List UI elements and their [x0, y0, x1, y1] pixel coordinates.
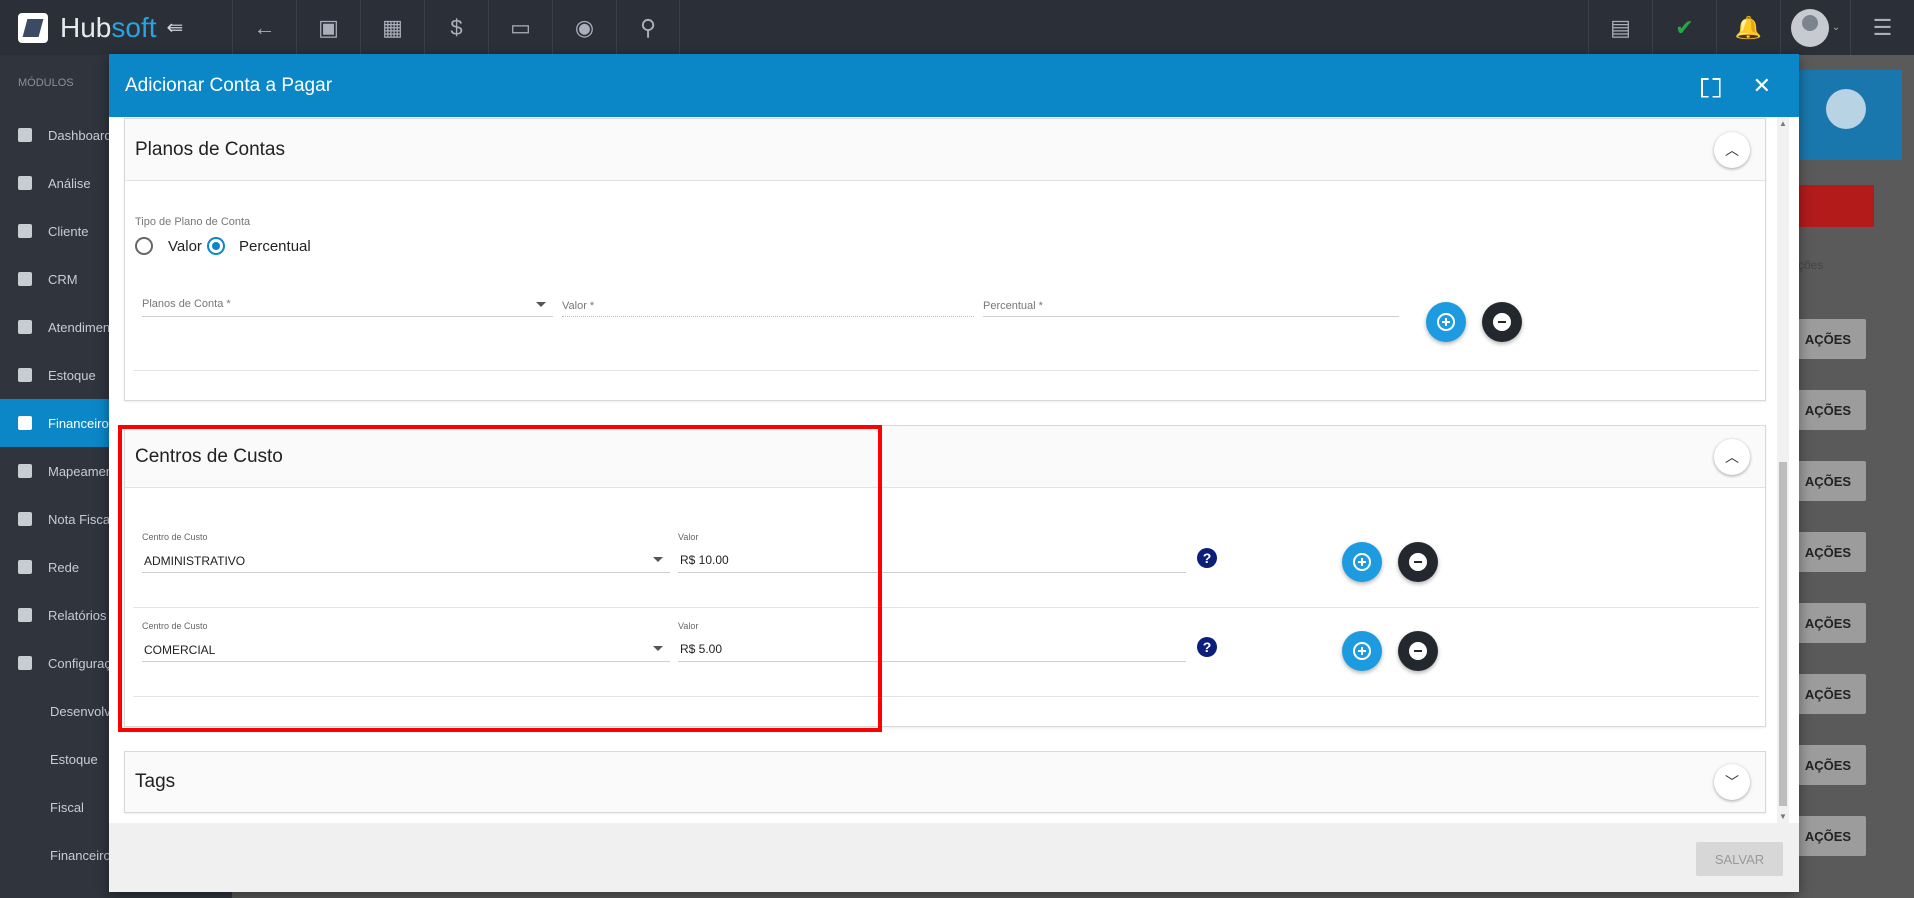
- back-arrow-icon[interactable]: ←: [232, 0, 296, 55]
- dialog-header: Adicionar Conta a Pagar ✕: [109, 54, 1799, 117]
- top-bar: Hub soft ⇚ ← ▣ ▦ $ ▭ ◉ ⚲ ▤ ✔ 🔔 ⌄ ☰: [0, 0, 1914, 55]
- section-title: Planos de Contas: [135, 138, 285, 160]
- scroll-down-icon[interactable]: ▼: [1779, 812, 1787, 821]
- background-actions-button[interactable]: AÇÕES: [1790, 816, 1866, 856]
- dollar-icon[interactable]: $: [424, 0, 488, 55]
- calendar-clock-icon[interactable]: ▦: [360, 0, 424, 55]
- chevron-down-icon: ⌄: [1831, 22, 1841, 33]
- contact-card-icon[interactable]: ▣: [296, 0, 360, 55]
- tipo-plano-label: Tipo de Plano de Conta: [135, 216, 251, 228]
- radio-valor-label[interactable]: Valor: [168, 238, 202, 255]
- background-actions-button[interactable]: AÇÕES: [1790, 745, 1866, 785]
- radio-valor[interactable]: [135, 237, 153, 255]
- section-title: Tags: [135, 771, 176, 792]
- sidebar-item-label: CRM: [48, 271, 78, 287]
- background-red-button[interactable]: [1790, 185, 1874, 227]
- logo-text-hub: Hub: [60, 11, 112, 43]
- add-plano-button[interactable]: [1426, 302, 1466, 342]
- planos-de-conta-placeholder: Planos de Conta *: [142, 298, 231, 310]
- list-menu-icon[interactable]: ☰: [1850, 0, 1914, 55]
- help-icon[interactable]: ?: [1197, 637, 1217, 657]
- sidebar-item-label: Rede: [48, 559, 80, 575]
- section-header[interactable]: Tags ﹀: [125, 752, 1765, 812]
- filter-icon[interactable]: [1826, 89, 1866, 129]
- background-actions-button[interactable]: AÇÕES: [1790, 461, 1866, 501]
- sidebar-item-label: Relatórios: [48, 607, 107, 623]
- row-divider: [133, 370, 1759, 371]
- add-centro-button[interactable]: [1342, 631, 1382, 671]
- eye-icon[interactable]: ◉: [552, 0, 616, 55]
- close-icon[interactable]: ✕: [1753, 73, 1771, 99]
- chevron-up-icon[interactable]: ︿: [1714, 132, 1750, 168]
- remove-plano-button[interactable]: [1482, 302, 1522, 342]
- avatar: [1790, 8, 1829, 47]
- dialog-scrollbar[interactable]: ▲ ▼: [1777, 117, 1789, 823]
- pie-chart-icon: [18, 176, 32, 190]
- chevron-down-icon[interactable]: ﹀: [1714, 764, 1750, 800]
- sidebar-item-label: Nota Fiscal: [48, 511, 114, 527]
- scrollbar-thumb[interactable]: [1779, 462, 1787, 806]
- chat-check-icon[interactable]: ✔: [1652, 0, 1716, 55]
- remove-centro-button[interactable]: [1398, 631, 1438, 671]
- background-actions-button[interactable]: AÇÕES: [1790, 532, 1866, 572]
- map-pin-icon: [18, 464, 32, 478]
- document-icon: [18, 512, 32, 526]
- user-menu[interactable]: ⌄: [1780, 0, 1850, 55]
- save-button[interactable]: SALVAR: [1696, 842, 1783, 876]
- logo[interactable]: Hub soft ⇚: [0, 0, 232, 55]
- box-icon: [18, 368, 32, 382]
- minus-icon: [1493, 313, 1511, 331]
- chevron-down-icon: [536, 302, 546, 307]
- percentual-input[interactable]: Percentual *: [983, 287, 1399, 317]
- background-actions-button[interactable]: AÇÕES: [1790, 390, 1866, 430]
- plus-icon: [1353, 642, 1371, 660]
- percentual-placeholder: Percentual *: [983, 300, 1043, 312]
- logo-icon: [18, 12, 48, 43]
- menu-collapse-icon[interactable]: ⇚: [167, 15, 184, 40]
- calendar-icon: [18, 320, 32, 334]
- background-actions-button[interactable]: AÇÕES: [1790, 319, 1866, 359]
- search-icon[interactable]: ⚲: [616, 0, 680, 55]
- sidebar-item-label: Análise: [48, 175, 91, 191]
- board-icon: [18, 272, 32, 286]
- terminal-icon[interactable]: ▭: [488, 0, 552, 55]
- planos-de-contas-section: Planos de Contas ︿ Tipo de Plano de Cont…: [124, 118, 1766, 401]
- remove-centro-button[interactable]: [1398, 542, 1438, 582]
- contact-icon: [18, 224, 32, 238]
- background-actions-button[interactable]: AÇÕES: [1790, 674, 1866, 714]
- dialog-footer: SALVAR: [109, 823, 1799, 892]
- money-icon: [18, 416, 32, 430]
- scroll-up-icon[interactable]: ▲: [1779, 119, 1787, 128]
- sidebar-item-label: Cliente: [48, 223, 89, 239]
- tags-section: Tags ﹀: [124, 751, 1766, 813]
- add-centro-button[interactable]: [1342, 542, 1382, 582]
- radio-percentual[interactable]: [207, 237, 225, 255]
- sidebar-item-label: Financeiro: [48, 415, 109, 431]
- background-actions-button[interactable]: AÇÕES: [1790, 603, 1866, 643]
- dialog-title: Adicionar Conta a Pagar: [125, 74, 333, 96]
- plus-icon: [1353, 553, 1371, 571]
- minus-icon: [1409, 642, 1427, 660]
- help-icon[interactable]: ?: [1197, 548, 1217, 568]
- highlight-box: [118, 425, 882, 732]
- fullscreen-icon[interactable]: [1701, 78, 1717, 94]
- logo-text-soft: soft: [111, 11, 157, 43]
- valor-placeholder: Valor *: [562, 300, 595, 312]
- radio-percentual-label[interactable]: Percentual: [239, 238, 311, 255]
- minus-icon: [1409, 553, 1427, 571]
- report-icon: [18, 608, 32, 622]
- server-icon: [18, 560, 32, 574]
- valor-input[interactable]: Valor *: [562, 287, 974, 317]
- alarm-bell-icon[interactable]: 🔔: [1716, 0, 1780, 55]
- sidebar-item-label: Dashboard: [48, 127, 112, 143]
- dashboard-icon: [18, 128, 32, 142]
- plus-icon: [1437, 313, 1455, 331]
- chevron-up-icon[interactable]: ︿: [1714, 439, 1750, 475]
- pdf-icon[interactable]: ▤: [1588, 0, 1652, 55]
- section-header[interactable]: Planos de Contas ︿: [125, 119, 1765, 181]
- sidebar-item-label: Estoque: [48, 367, 96, 383]
- planos-de-conta-select[interactable]: Planos de Conta *: [142, 287, 553, 317]
- gear-icon: [18, 656, 32, 670]
